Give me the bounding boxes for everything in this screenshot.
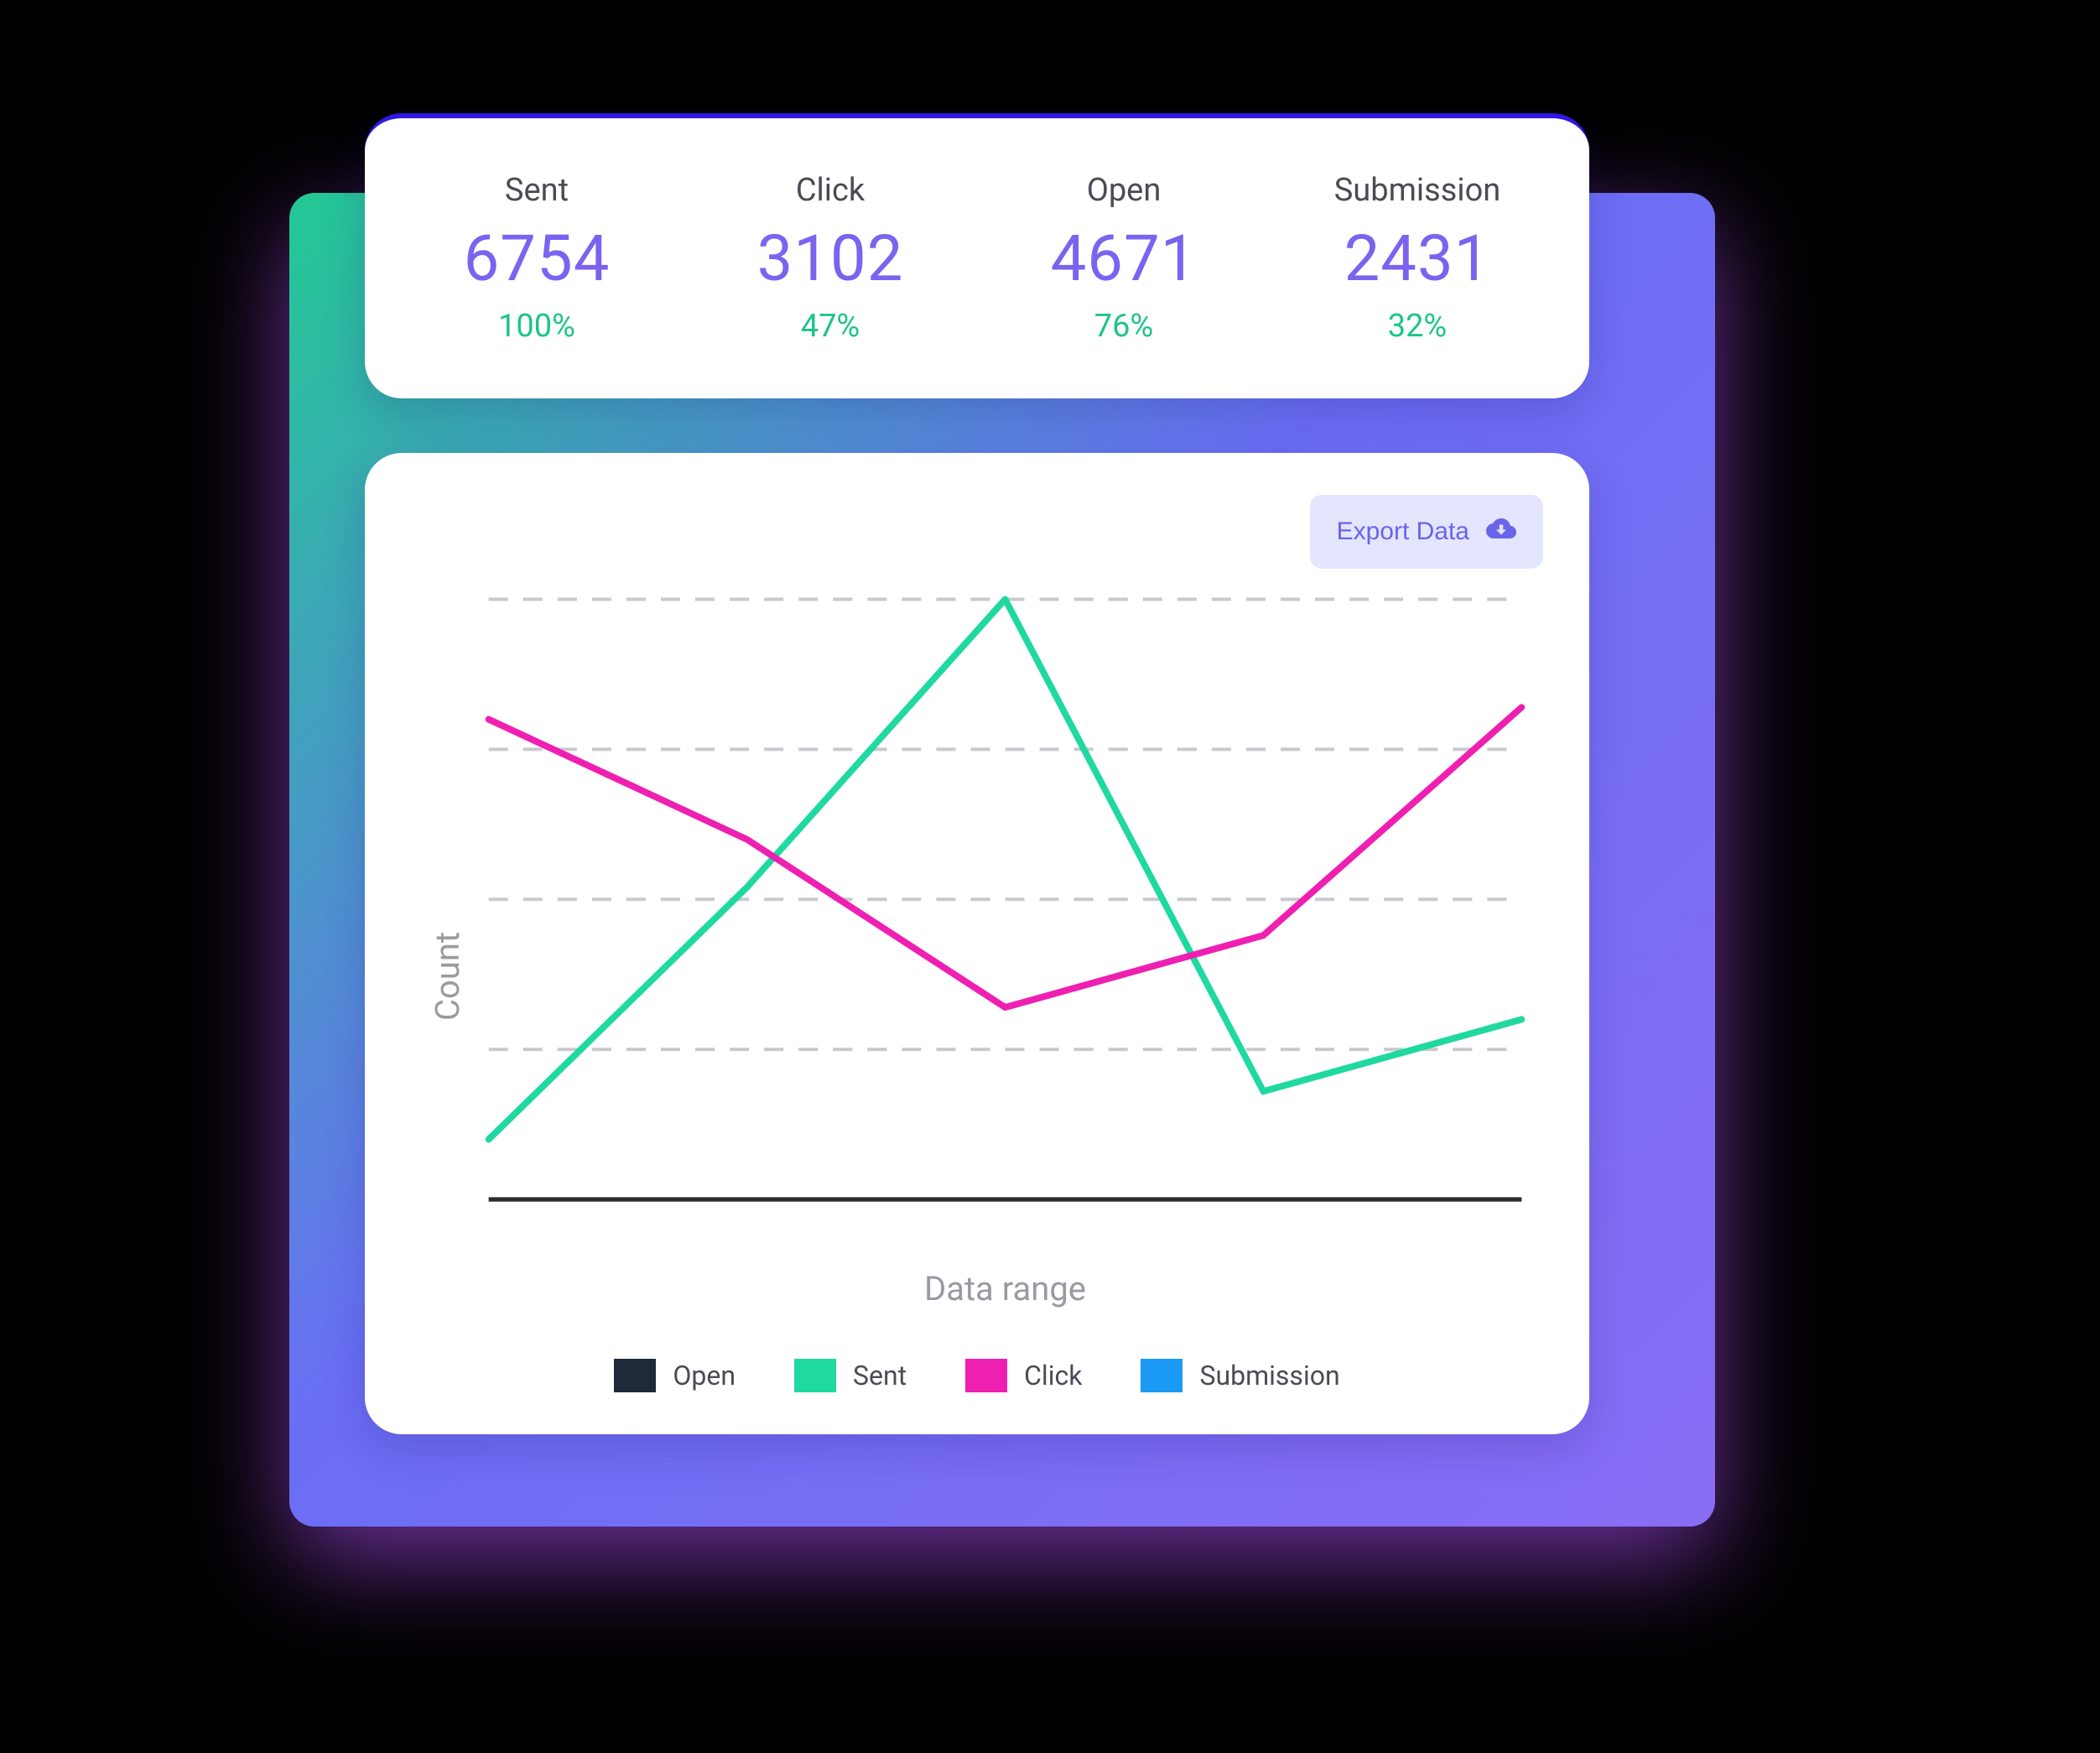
legend-label: Submission <box>1199 1360 1339 1391</box>
stat-label: Click <box>796 172 865 209</box>
stat-open: Open 4671 76% <box>977 172 1271 345</box>
legend-swatch <box>965 1359 1007 1392</box>
cloud-download-icon <box>1486 513 1516 550</box>
export-data-button[interactable]: Export Data <box>1310 495 1543 569</box>
stat-pct: 100% <box>498 308 575 345</box>
stat-label: Open <box>1087 172 1162 209</box>
legend-item-submission: Submission <box>1141 1359 1339 1392</box>
stat-value: 2431 <box>1344 221 1491 296</box>
export-data-label: Export Data <box>1337 518 1469 546</box>
legend-label: Click <box>1024 1360 1082 1391</box>
legend-item-click: Click <box>965 1359 1082 1392</box>
plot-wrap: Data range <box>467 577 1543 1308</box>
stat-click: Click 3102 47% <box>684 172 977 345</box>
chart-toolbar: Export Data <box>411 495 1543 569</box>
stat-label: Sent <box>505 172 569 209</box>
legend: Open Sent Click Submission <box>411 1308 1543 1392</box>
stat-pct: 76% <box>1094 308 1154 345</box>
stat-value: 4671 <box>1051 221 1198 296</box>
stats-card: Sent 6754 100% Click 3102 47% Open 4671 … <box>365 113 1589 398</box>
plot <box>467 577 1543 1244</box>
legend-item-sent: Sent <box>794 1359 907 1392</box>
chart-area: Count Data range <box>411 577 1543 1308</box>
legend-label: Open <box>673 1360 736 1391</box>
stat-value: 3102 <box>757 221 904 296</box>
plot-svg <box>467 577 1543 1244</box>
stat-value: 6754 <box>464 221 611 296</box>
legend-label: Sent <box>853 1360 907 1391</box>
stat-pct: 32% <box>1388 308 1448 345</box>
stat-submission: Submission 2431 32% <box>1271 172 1564 345</box>
legend-swatch <box>794 1359 836 1392</box>
chart-card: Export Data Count Data range Open Sent C… <box>365 453 1589 1434</box>
y-axis-label: Count <box>411 577 467 1308</box>
stat-sent: Sent 6754 100% <box>390 172 684 345</box>
legend-swatch <box>1141 1359 1183 1392</box>
stat-pct: 47% <box>801 308 860 345</box>
legend-swatch <box>614 1359 656 1392</box>
stat-label: Submission <box>1334 172 1501 209</box>
x-axis-label: Data range <box>467 1244 1543 1308</box>
legend-item-open: Open <box>614 1359 736 1392</box>
